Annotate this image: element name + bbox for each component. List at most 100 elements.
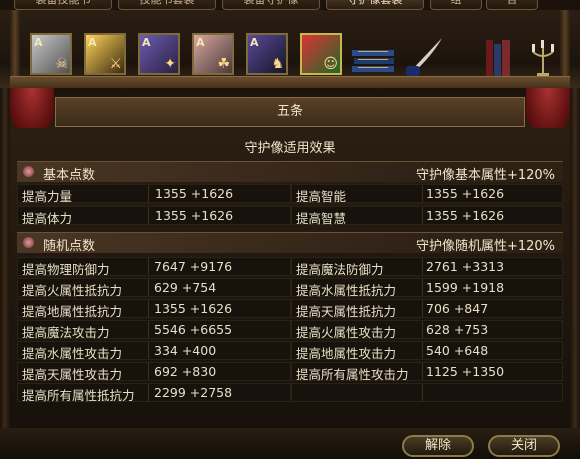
section-name: 随机点数 — [43, 239, 96, 254]
divider — [148, 258, 149, 275]
stat-label: 提高物理防御力 — [22, 262, 110, 277]
card-rank-label: A — [196, 36, 205, 49]
old-sage-card-icon: ☘ — [217, 56, 230, 72]
guardian-card-3[interactable]: A ✦ — [138, 33, 180, 75]
stat-row — [291, 383, 563, 402]
stat-value: 2299 +2758 — [154, 385, 233, 400]
effects-subtitle: 守护像适用效果 — [244, 141, 336, 156]
divider — [422, 384, 423, 401]
stat-label: 提高所有属性攻击力 — [296, 367, 409, 382]
stat-label: 提高天属性抵抗力 — [296, 304, 397, 319]
section-bonus: 守护像基本属性+120% — [415, 168, 555, 183]
quill-ink-icon — [406, 38, 442, 76]
divider — [422, 321, 423, 338]
armored-demon-card-icon: ♞ — [271, 56, 284, 72]
stat-value: 1355 +1626 — [154, 301, 233, 316]
stat-row: 提高魔法防御力 2761 +3313 — [291, 257, 563, 277]
stat-value: 706 +847 — [426, 301, 489, 316]
skeleton-knight-card-icon: ☠ — [55, 56, 68, 72]
stat-row: 提高智能 1355 +1626 — [291, 184, 563, 204]
guardian-card-5[interactable]: A ♞ — [246, 33, 288, 75]
clown-jester-card-icon: ☺ — [323, 56, 338, 72]
stat-value: 629 +754 — [154, 280, 217, 295]
stat-row: 提高地属性抵抗力 1355 +1626 — [17, 299, 291, 319]
stat-row: 提高所有属性攻击力 1125 +1350 — [291, 362, 563, 382]
stat-value: 2761 +3313 — [426, 259, 505, 274]
card-rank-label: A — [250, 36, 259, 49]
card-rank-label: A — [88, 36, 97, 49]
divider — [422, 300, 423, 317]
stat-value: 692 +830 — [154, 364, 217, 379]
close-button[interactable]: 关闭 — [488, 435, 560, 457]
stacked-books-icon — [352, 50, 394, 72]
divider — [148, 342, 149, 359]
stat-label: 提高智慧 — [296, 211, 347, 226]
divider — [422, 279, 423, 296]
divider — [148, 185, 149, 202]
stat-value: 5546 +6655 — [154, 322, 233, 337]
divider — [148, 321, 149, 338]
stat-row: 提高力量 1355 +1626 — [17, 184, 291, 204]
stat-label: 提高水属性抵抗力 — [296, 283, 397, 298]
section-bonus: 守护像随机属性+120% — [415, 239, 555, 254]
tab-equip-guardian[interactable]: 装备守护像 — [222, 0, 320, 10]
tab-guardian-set[interactable]: 守护像套装 — [326, 0, 424, 10]
tab-combine[interactable]: 合 — [486, 0, 538, 10]
dark-warrior-card-icon: ⚔ — [109, 56, 122, 72]
stat-row: 提高智慧 1355 +1626 — [291, 206, 563, 226]
divider — [422, 363, 423, 380]
stat-row: 提高地属性攻击力 540 +648 — [291, 341, 563, 361]
stat-row: 提高魔法攻击力 5546 +6655 — [17, 320, 291, 340]
section-bullet-icon — [23, 166, 34, 177]
random-stats-header: 随机点数 守护像随机属性+120% — [17, 232, 563, 254]
divider — [148, 300, 149, 317]
guardian-card-2[interactable]: A ⚔ — [84, 33, 126, 75]
stat-label: 提高火属性抵抗力 — [22, 283, 123, 298]
stat-value: 1355 +1626 — [155, 208, 234, 223]
stat-label: 提高魔法攻击力 — [22, 325, 110, 340]
stat-value: 1125 +1350 — [426, 364, 505, 379]
stat-row: 提高物理防御力 7647 +9176 — [17, 257, 291, 277]
tab-equip-skill-book[interactable]: 装备技能书 — [14, 0, 112, 10]
stat-label: 提高魔法防御力 — [296, 262, 384, 277]
tab-bar: 装备技能书 技能书套装 装备守护像 守护像套装 组 合 — [0, 0, 580, 10]
stat-label: 提高智能 — [296, 189, 347, 204]
divider — [148, 384, 149, 401]
stat-value: 540 +648 — [426, 343, 489, 358]
guardian-card-1[interactable]: A ☠ — [30, 33, 72, 75]
tab-group[interactable]: 组 — [430, 0, 482, 10]
stat-label: 提高水属性攻击力 — [22, 346, 123, 361]
divider — [422, 342, 423, 359]
section-bullet-icon — [23, 237, 34, 248]
divider — [422, 258, 423, 275]
stat-value: 7647 +9176 — [154, 259, 233, 274]
divider — [422, 185, 423, 202]
upright-books-icon — [486, 40, 510, 76]
stat-label: 提高地属性攻击力 — [296, 346, 397, 361]
card-rank-label: A — [34, 36, 43, 49]
tab-skill-book-set[interactable]: 技能书套装 — [118, 0, 216, 10]
section-name: 基本点数 — [43, 168, 96, 183]
stat-label: 提高体力 — [22, 211, 73, 226]
stat-row: 提高所有属性抵抗力 2299 +2758 — [17, 383, 291, 403]
stat-label: 提高力量 — [22, 189, 73, 204]
stat-row: 提高火属性抵抗力 629 +754 — [17, 278, 291, 298]
stat-value: 1599 +1918 — [426, 280, 505, 295]
stat-label: 提高地属性抵抗力 — [22, 304, 123, 319]
divider — [148, 207, 149, 224]
stat-row: 提高水属性抵抗力 1599 +1918 — [291, 278, 563, 298]
stat-value: 334 +400 — [154, 343, 217, 358]
stat-row: 提高火属性攻击力 628 +753 — [291, 320, 563, 340]
guardian-card-6[interactable]: ☺ — [300, 33, 342, 75]
stat-row: 提高体力 1355 +1626 — [17, 206, 291, 226]
stat-value: 1355 +1626 — [426, 186, 505, 201]
guardian-card-4[interactable]: A ☘ — [192, 33, 234, 75]
stat-value: 1355 +1626 — [426, 208, 505, 223]
divider — [148, 279, 149, 296]
stat-row: 提高天属性抵抗力 706 +847 — [291, 299, 563, 319]
divider — [148, 363, 149, 380]
divider — [422, 207, 423, 224]
stat-row: 提高水属性攻击力 334 +400 — [17, 341, 291, 361]
stat-label: 提高火属性攻击力 — [296, 325, 397, 340]
release-button[interactable]: 解除 — [402, 435, 474, 457]
